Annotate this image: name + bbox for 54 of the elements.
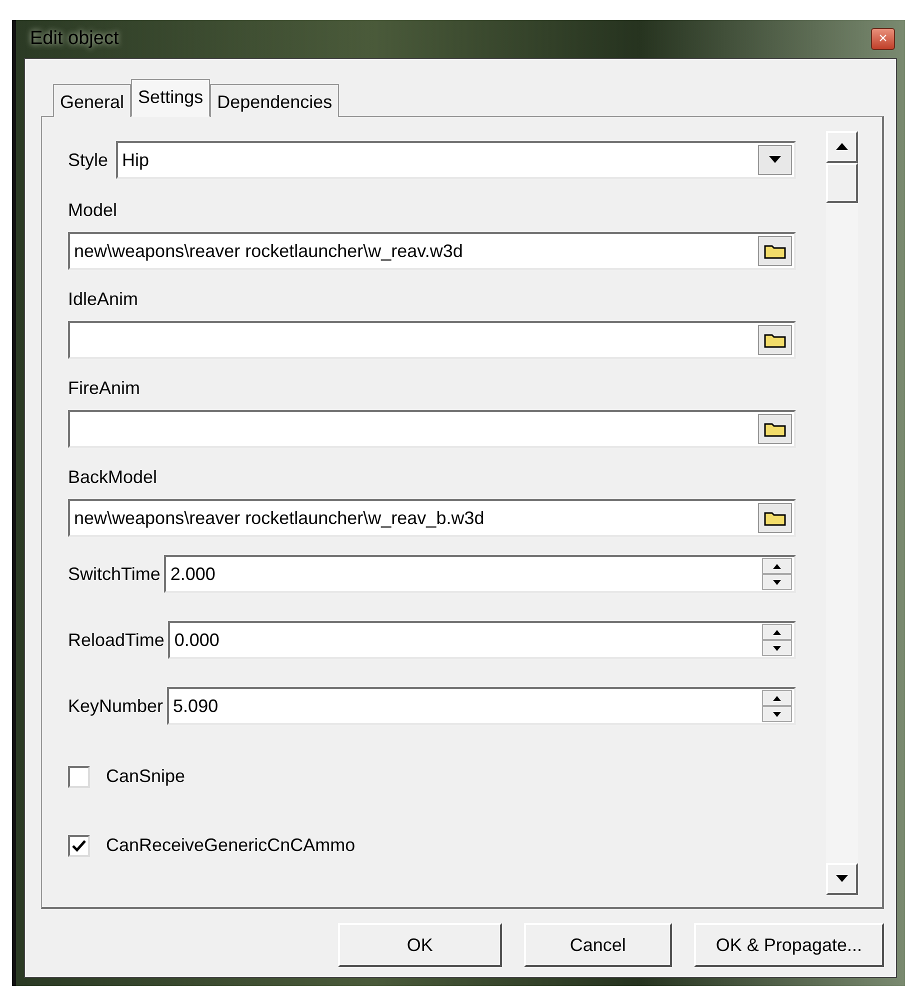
window-title: Edit object <box>30 26 119 51</box>
path-input-field[interactable] <box>68 410 796 448</box>
field-label: BackModel <box>68 466 158 489</box>
up-arrow-icon <box>773 564 781 568</box>
spin-up-button[interactable] <box>762 558 792 574</box>
browse-button[interactable] <box>758 325 792 355</box>
field-label: SwitchTime <box>68 562 160 586</box>
down-arrow-icon <box>773 646 781 650</box>
number-input-field[interactable]: 0.000 <box>168 621 796 659</box>
field-label: IdleAnim <box>68 288 140 311</box>
browse-button[interactable] <box>758 236 792 266</box>
tab[interactable]: General <box>53 84 132 117</box>
folder-icon <box>764 510 786 526</box>
field-label: ReloadTime <box>68 628 164 652</box>
scroll-up-button[interactable] <box>826 131 858 163</box>
checkbox-label: CanSnipe <box>106 765 186 788</box>
checkbox[interactable] <box>68 766 90 788</box>
path-input-field[interactable]: new\weapons\reaver rocketlauncher\w_reav.w3d <box>68 232 796 270</box>
field-label: KeyNumber <box>68 694 164 718</box>
path-input-field[interactable]: new\weapons\reaver rocketlauncher\w_reav_b.w3d <box>68 499 796 537</box>
down-arrow-icon <box>769 156 781 164</box>
spin-down-button[interactable] <box>762 706 792 722</box>
style-dropdown[interactable]: Hip <box>116 141 796 179</box>
down-arrow-icon <box>773 712 781 716</box>
path-input-field[interactable] <box>68 321 796 359</box>
dialog-button[interactable]: OK <box>338 923 502 967</box>
folder-icon <box>764 243 786 259</box>
number-input-field[interactable]: 2.000 <box>164 555 796 593</box>
folder-icon <box>764 332 786 348</box>
up-arrow-icon <box>836 143 848 151</box>
dialog-button[interactable]: Cancel <box>524 923 672 967</box>
folder-icon <box>764 421 786 437</box>
browse-button[interactable] <box>758 414 792 444</box>
tab[interactable]: Settings <box>131 79 210 117</box>
checkbox-label: CanReceiveGenericCnCAmmo <box>106 834 356 857</box>
field-label: Model <box>68 199 118 222</box>
tab[interactable]: Dependencies <box>210 84 340 117</box>
checkmark-icon <box>72 840 86 852</box>
up-arrow-icon <box>773 696 781 700</box>
up-arrow-icon <box>773 630 781 634</box>
scrollbar-thumb[interactable] <box>826 163 858 203</box>
checkbox[interactable] <box>68 834 90 856</box>
spin-up-button[interactable] <box>762 624 792 640</box>
spin-up-button[interactable] <box>762 690 792 706</box>
spin-down-button[interactable] <box>762 574 792 590</box>
down-arrow-icon <box>773 580 781 584</box>
down-arrow-icon <box>836 875 848 883</box>
browse-button[interactable] <box>758 503 792 533</box>
field-label: FireAnim <box>68 377 142 400</box>
scroll-down-button[interactable] <box>826 863 858 895</box>
number-input-field[interactable]: 5.090 <box>167 687 796 725</box>
dialog-button[interactable]: OK & Propagate... <box>694 923 884 967</box>
field-label: Style <box>68 148 108 172</box>
spin-down-button[interactable] <box>762 640 792 656</box>
